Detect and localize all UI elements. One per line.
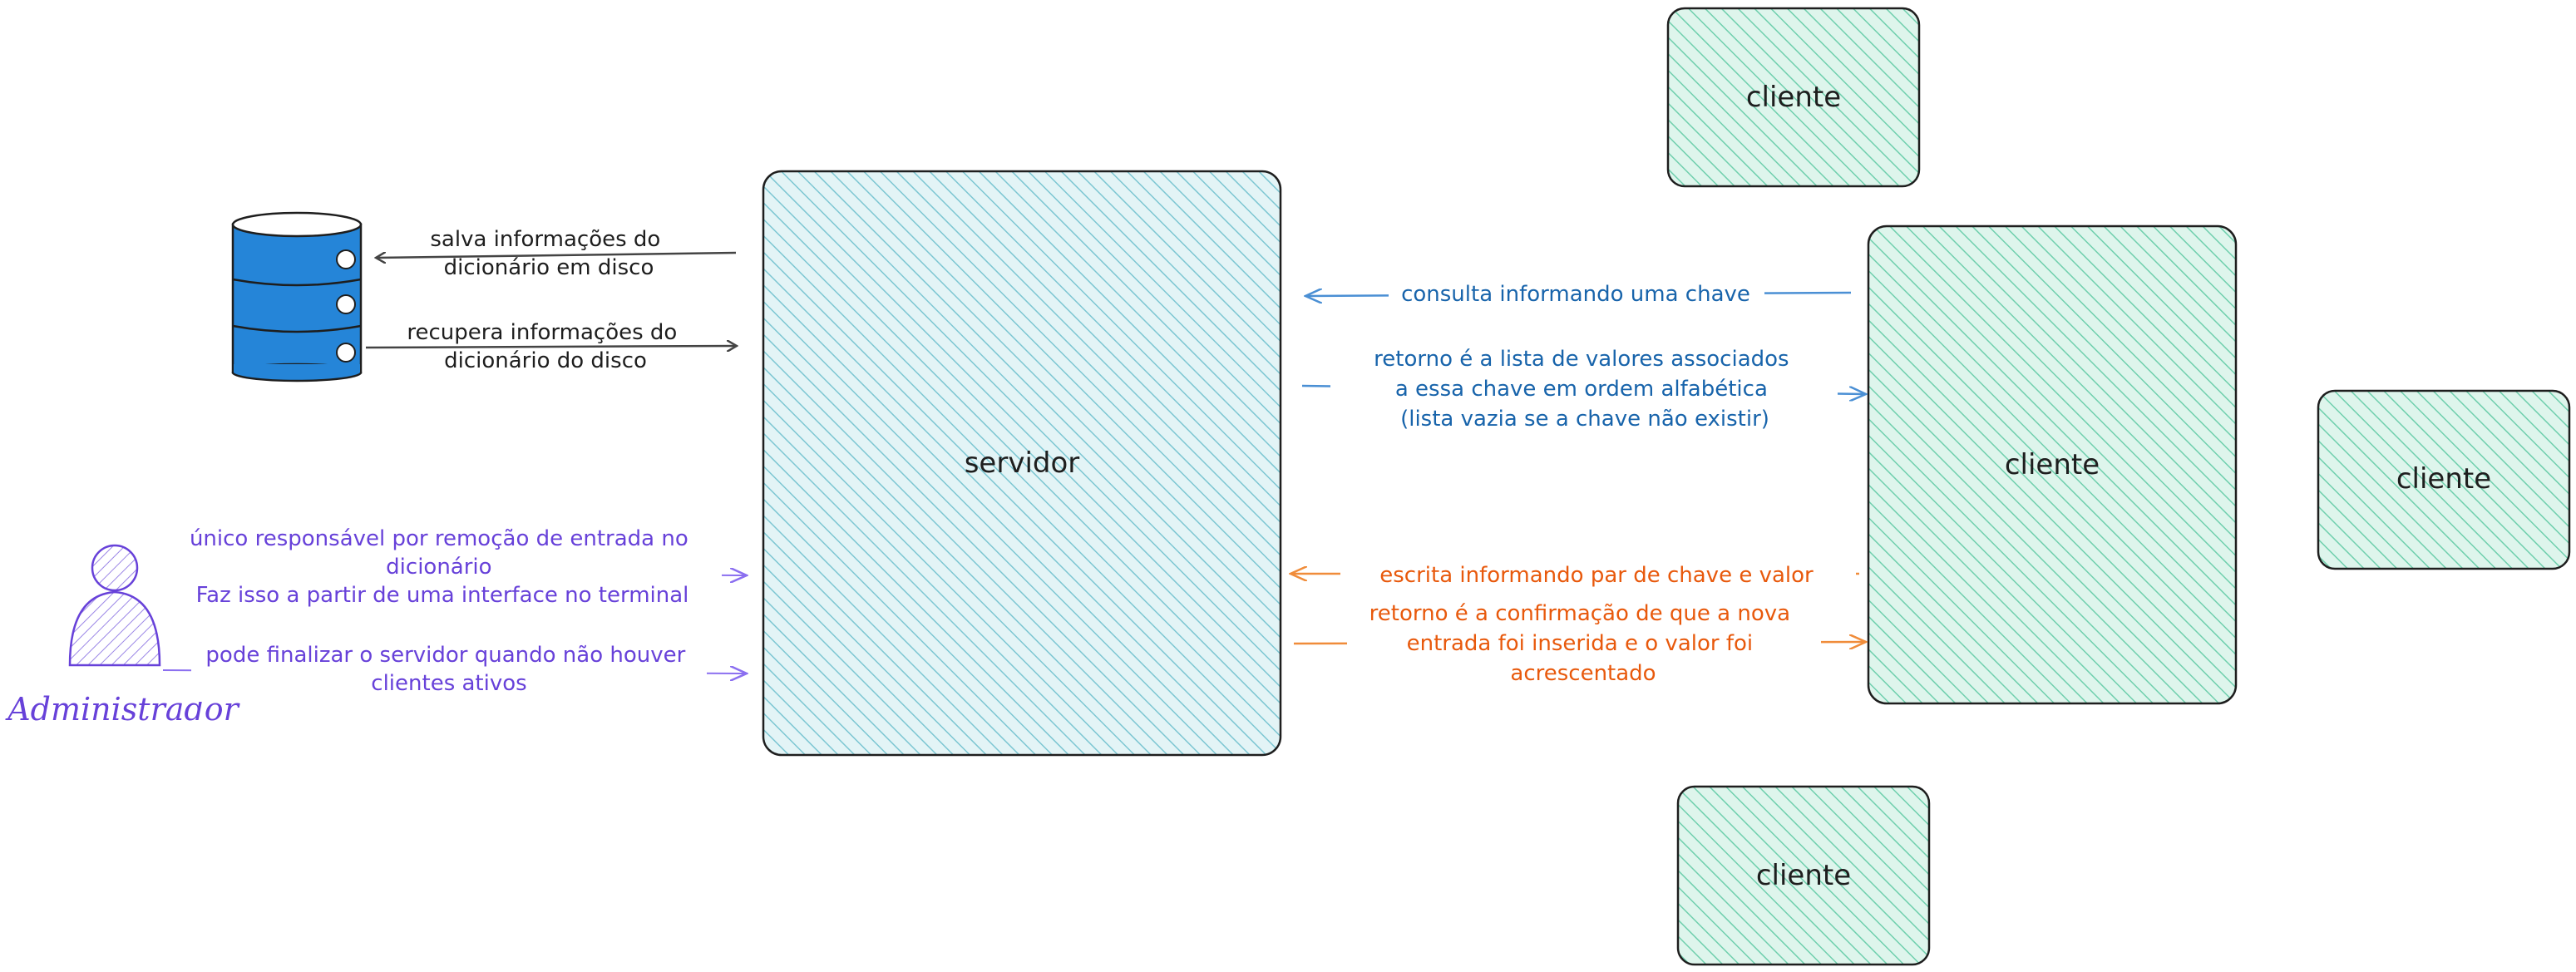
write-return-label-line: acrescentado — [1510, 661, 1656, 686]
query-return-label-line: retorno é a lista de valores associados — [1374, 347, 1789, 372]
write-label-line: escrita informando par de chave e valor — [1379, 563, 1814, 588]
load-label-line: dicionário do disco — [444, 348, 647, 373]
query-label: consulta informando uma chave — [1401, 282, 1750, 307]
client-label: cliente — [1746, 81, 1841, 114]
query-return-label: retorno é a lista de valores associados … — [1374, 347, 1796, 432]
query-return-label-line: a essa chave em ordem alfabética — [1395, 377, 1768, 402]
shutdown-label-line: clientes ativos — [371, 671, 526, 696]
remove-label-line: Faz isso a partir de uma interface no te… — [196, 583, 689, 608]
write-return-label-line: entrada foi inserida e o valor foi — [1407, 631, 1754, 656]
remove-label-line: dicionário — [386, 555, 491, 580]
database-icon — [231, 211, 363, 382]
client-node-bottom: cliente — [1676, 785, 1931, 966]
shutdown-label-line: pode finalizar o servidor quando não hou… — [205, 643, 685, 668]
client-node-top: cliente — [1666, 7, 1921, 188]
save-label-line: dicionário em disco — [444, 255, 654, 280]
client-node-main: cliente — [1867, 224, 2238, 705]
client-label: cliente — [2005, 448, 2100, 481]
load-label-line: recupera informações do — [407, 320, 677, 345]
user-icon — [68, 544, 161, 667]
client-label: cliente — [1756, 859, 1851, 892]
client-label: cliente — [2396, 462, 2491, 496]
client-node-right: cliente — [2317, 389, 2571, 570]
query-label-line: consulta informando uma chave — [1401, 282, 1750, 307]
remove-label-line: único responsável por remoção de entrada… — [190, 526, 688, 551]
write-label: escrita informando par de chave e valor — [1379, 563, 1814, 588]
architecture-diagram: servidor cliente cliente cliente cliente… — [5, 7, 2571, 966]
server-label: servidor — [965, 447, 1080, 480]
write-return-label-line: retorno é a confirmação de que a nova — [1369, 601, 1790, 626]
server-node: servidor — [762, 170, 1282, 757]
query-return-label-line: (lista vazia se a chave não existir) — [1400, 407, 1769, 432]
save-label-line: salva informações do — [430, 227, 660, 252]
load-arrow — [365, 346, 737, 348]
